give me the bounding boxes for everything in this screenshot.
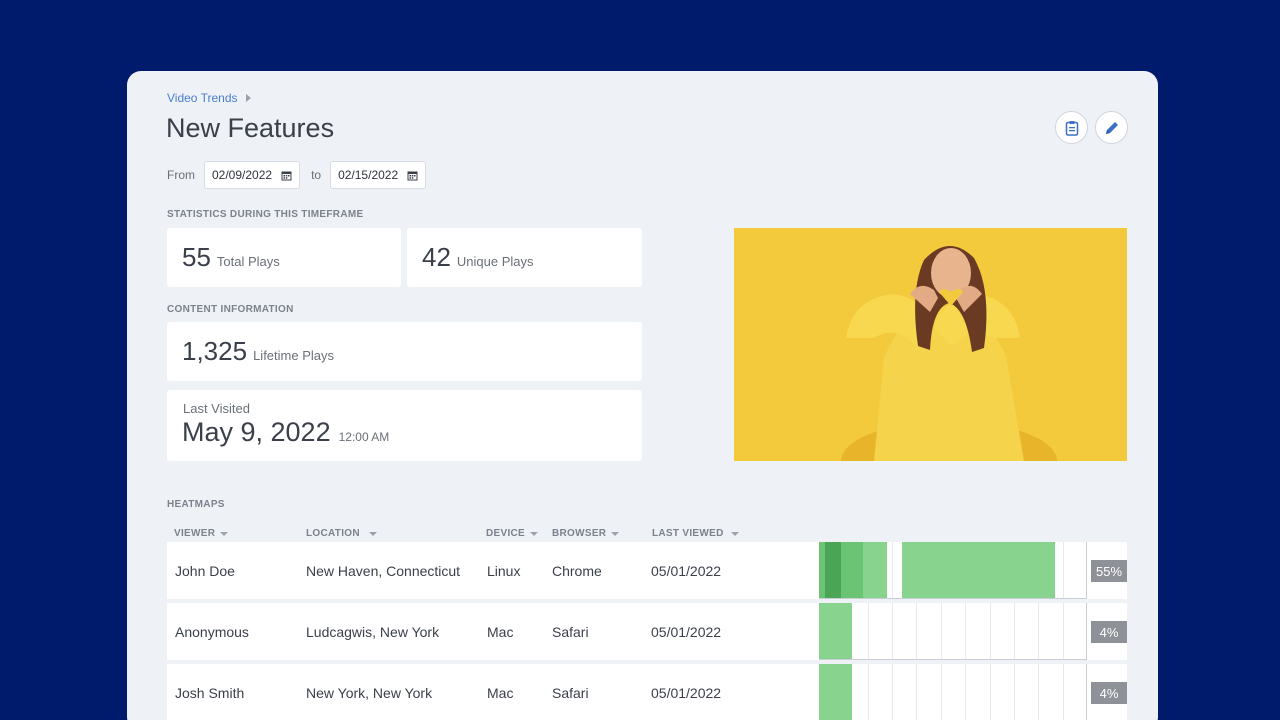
last-visited-card: Last Visited May 9, 2022 12:00 AM xyxy=(167,390,642,461)
last-visited-time: 12:00 AM xyxy=(338,430,390,444)
cell-location: New York, New York xyxy=(306,684,433,701)
breadcrumb: Video Trends xyxy=(167,91,251,105)
clipboard-button[interactable] xyxy=(1055,111,1088,144)
cell-last-viewed: 05/01/2022 xyxy=(651,623,722,640)
total-plays-value: 55 xyxy=(182,242,211,272)
table-row[interactable]: Josh Smith New York, New York Mac Safari 05/… xyxy=(167,664,1127,720)
heatmap-bar[interactable] xyxy=(819,664,1087,720)
calendar-icon xyxy=(407,171,418,180)
from-date-value: 02/09/2022 xyxy=(212,168,273,182)
table-row[interactable]: John Doe New Haven, Connecticut Linux Chrom… xyxy=(167,542,1127,599)
clipboard-icon xyxy=(1065,120,1078,136)
cell-location: New Haven, Connecticut xyxy=(306,562,461,579)
to-date-input[interactable]: 02/15/2022 xyxy=(330,161,427,189)
page-title: New Features xyxy=(166,113,335,143)
cell-location: Ludcagwis, New York xyxy=(306,623,440,640)
cell-device: Mac xyxy=(487,623,514,640)
lifetime-plays-label: Lifetime Plays xyxy=(253,348,334,363)
cell-device: Mac xyxy=(487,684,514,701)
edit-button[interactable] xyxy=(1095,111,1128,144)
cell-viewer: Anonymous xyxy=(175,623,249,640)
chevron-right-icon xyxy=(245,94,251,102)
pencil-icon xyxy=(1105,121,1118,134)
total-plays-card: 55 Total Plays xyxy=(167,228,401,287)
last-visited-label: Last Visited xyxy=(183,401,250,416)
column-header-last-viewed[interactable]: LAST VIEWED xyxy=(652,528,739,539)
cell-browser: Safari xyxy=(552,623,589,640)
percent-badge: 4% xyxy=(1091,621,1127,643)
sort-caret-icon xyxy=(730,531,739,536)
breadcrumb-video-trends[interactable]: Video Trends xyxy=(167,91,238,105)
video-thumbnail-image xyxy=(734,228,1127,461)
heatmap-bar[interactable] xyxy=(819,603,1087,660)
heatmaps-section-label: HEATMAPS xyxy=(167,499,225,510)
from-date-input[interactable]: 02/09/2022 xyxy=(204,161,301,189)
heatmap-segment xyxy=(819,664,852,720)
last-visited-date: May 9, 2022 xyxy=(182,417,331,447)
lifetime-plays-value: 1,325 xyxy=(182,336,248,366)
column-header-location[interactable]: LOCATION xyxy=(306,528,377,539)
table-row[interactable]: Anonymous Ludcagwis, New York Mac Safari 05/… xyxy=(167,603,1127,660)
heatmap-segment xyxy=(841,542,863,598)
date-range: From 02/09/2022 to 02/15/2022 xyxy=(167,161,427,189)
statistics-section-label: STATISTICS DURING THIS TIMEFRAME xyxy=(167,209,364,220)
column-header-viewer[interactable]: VIEWER xyxy=(174,528,229,539)
video-thumbnail[interactable] xyxy=(734,228,1127,461)
cell-browser: Safari xyxy=(552,684,589,701)
cell-device: Linux xyxy=(487,562,521,579)
content-info-section-label: CONTENT INFORMATION xyxy=(167,304,294,315)
column-header-browser[interactable]: BROWSER xyxy=(552,528,620,539)
content-card: Video Trends New Features From 02/09/202… xyxy=(127,71,1158,720)
total-plays-label: Total Plays xyxy=(216,254,280,269)
cell-last-viewed: 05/01/2022 xyxy=(651,562,722,579)
calendar-icon xyxy=(281,171,292,180)
unique-plays-label: Unique Plays xyxy=(456,254,534,269)
sort-caret-icon xyxy=(611,531,620,536)
sort-caret-icon xyxy=(220,531,229,536)
column-header-device[interactable]: DEVICE xyxy=(486,528,539,539)
to-date-value: 02/15/2022 xyxy=(338,168,399,182)
percent-badge: 55% xyxy=(1091,560,1127,582)
from-label: From xyxy=(167,168,195,182)
sort-caret-icon xyxy=(368,531,377,536)
heatmap-segment xyxy=(825,542,841,598)
cell-viewer: John Doe xyxy=(175,562,235,579)
percent-badge: 4% xyxy=(1091,682,1127,704)
cell-viewer: Josh Smith xyxy=(175,684,245,701)
heatmap-segment xyxy=(902,542,1055,598)
lifetime-plays-card: 1,325 Lifetime Plays xyxy=(167,322,642,381)
cell-browser: Chrome xyxy=(552,562,602,579)
cell-last-viewed: 05/01/2022 xyxy=(651,684,722,701)
unique-plays-value: 42 xyxy=(422,242,451,272)
unique-plays-card: 42 Unique Plays xyxy=(407,228,642,287)
sort-caret-icon xyxy=(530,531,539,536)
to-label: to xyxy=(311,168,322,182)
heatmap-segment xyxy=(863,542,887,598)
heatmap-segment xyxy=(819,603,852,659)
heatmap-bar[interactable] xyxy=(819,542,1087,599)
